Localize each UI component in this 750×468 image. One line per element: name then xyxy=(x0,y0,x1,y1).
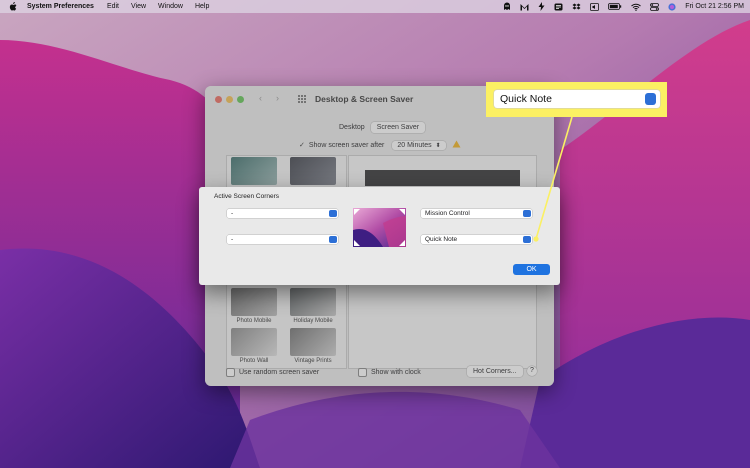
top-left-corner-popup[interactable]: - xyxy=(227,209,338,218)
volume-icon[interactable] xyxy=(590,2,600,11)
stepper-icon xyxy=(645,93,656,105)
bottom-right-corner-value: Quick Note xyxy=(425,236,458,243)
apple-menu-icon[interactable] xyxy=(9,2,18,11)
siri-icon[interactable] xyxy=(668,2,676,11)
stepper-icon xyxy=(523,210,531,217)
gmail-icon[interactable] xyxy=(520,3,529,11)
battery-icon[interactable] xyxy=(608,3,622,10)
top-right-corner-popup[interactable]: Mission Control xyxy=(421,209,532,218)
bottom-right-corner-popup[interactable]: Quick Note xyxy=(421,235,532,244)
top-left-corner-value: - xyxy=(231,210,234,217)
menu-edit[interactable]: Edit xyxy=(107,3,119,10)
control-center-icon[interactable] xyxy=(650,2,660,11)
bottom-left-corner-value: - xyxy=(231,236,234,243)
zoomed-bottom-right-popup: Quick Note xyxy=(494,90,660,108)
dropbox-icon[interactable] xyxy=(572,3,581,11)
stepper-icon xyxy=(329,210,337,217)
screen-corners-preview xyxy=(353,208,406,247)
menu-window[interactable]: Window xyxy=(158,3,183,10)
ok-button[interactable]: OK xyxy=(513,264,550,275)
stepper-icon xyxy=(523,236,531,243)
menu-view[interactable]: View xyxy=(131,3,146,10)
copy-icon[interactable] xyxy=(554,3,563,11)
sheet-heading: Active Screen Corners xyxy=(214,193,280,200)
zoomed-popup-value: Quick Note xyxy=(500,93,552,105)
ghost-icon[interactable] xyxy=(503,2,511,11)
wifi-icon[interactable] xyxy=(631,3,642,11)
menu-help[interactable]: Help xyxy=(195,3,209,10)
lightning-icon[interactable] xyxy=(538,2,545,11)
menu-app-name[interactable]: System Preferences xyxy=(27,3,94,10)
bottom-left-corner-popup[interactable]: - xyxy=(227,235,338,244)
status-area: Fri Oct 21 2:56 PM xyxy=(494,0,744,13)
stepper-icon xyxy=(329,236,337,243)
top-right-corner-value: Mission Control xyxy=(425,210,470,217)
menu-clock[interactable]: Fri Oct 21 2:56 PM xyxy=(685,3,744,10)
menu-bar: System Preferences Edit View Window Help… xyxy=(0,0,750,13)
zoom-callout: Quick Note xyxy=(486,82,667,117)
